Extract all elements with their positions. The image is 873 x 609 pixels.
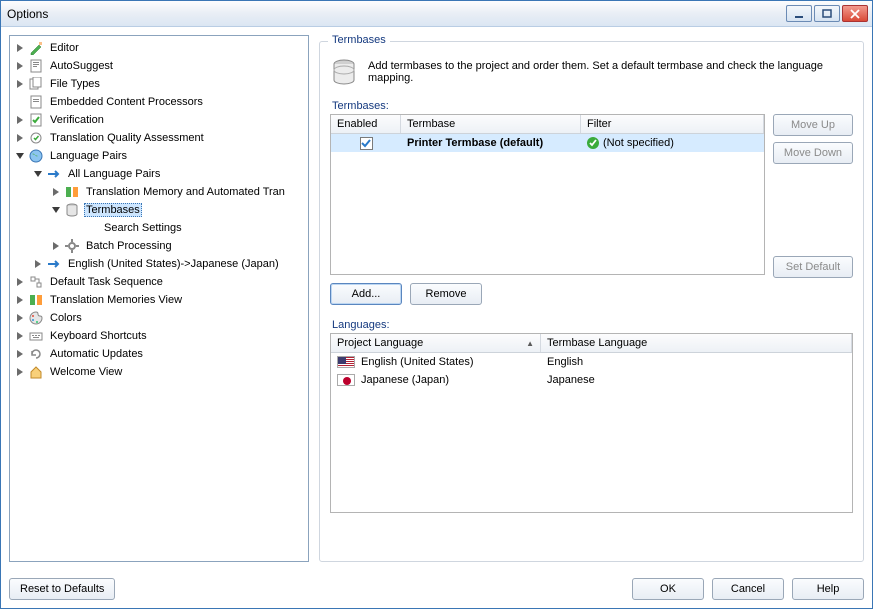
termbase-lang: Japanese [541, 373, 852, 387]
expand-icon[interactable] [14, 294, 26, 306]
tree-tqa[interactable]: Translation Quality Assessment [10, 129, 308, 147]
termbases-table: Enabled Termbase Filter Printer Termbase… [330, 114, 765, 275]
language-row[interactable]: Japanese (Japan) Japanese [331, 371, 852, 389]
check-icon [587, 137, 599, 149]
filter-value: (Not specified) [603, 137, 674, 149]
expand-icon[interactable] [14, 276, 26, 288]
keyboard-icon [28, 328, 44, 344]
options-tree[interactable]: Editor AutoSuggest File Types Embedded C… [9, 35, 309, 562]
tree-autosuggest[interactable]: AutoSuggest [10, 57, 308, 75]
expand-icon[interactable] [14, 132, 26, 144]
expand-icon[interactable] [14, 78, 26, 90]
move-down-button[interactable]: Move Down [773, 142, 853, 164]
panel-description: Add termbases to the project and order t… [368, 60, 853, 84]
expand-icon[interactable] [32, 258, 44, 270]
col-project-language[interactable]: Project Language▲ [331, 334, 541, 352]
minimize-button[interactable] [786, 5, 812, 22]
tree-tm-view[interactable]: Translation Memories View [10, 291, 308, 309]
editor-icon [28, 40, 44, 56]
close-button[interactable] [842, 5, 868, 22]
collapse-icon[interactable] [32, 168, 44, 180]
col-termbase[interactable]: Termbase [401, 115, 581, 133]
globe-icon [28, 148, 44, 164]
expand-icon[interactable] [14, 348, 26, 360]
expand-icon[interactable] [14, 330, 26, 342]
languages-table: Project Language▲ Termbase Language Engl… [330, 333, 853, 513]
termbase-row[interactable]: Printer Termbase (default) (Not specifie… [331, 134, 764, 152]
termbases-panel: Termbases Add termbases to the project a… [319, 41, 864, 562]
remove-button[interactable]: Remove [410, 283, 482, 305]
expand-icon[interactable] [14, 312, 26, 324]
termbase-big-icon [330, 58, 358, 86]
col-filter[interactable]: Filter [581, 115, 764, 133]
tree-editor[interactable]: Editor [10, 39, 308, 57]
tree-keyboard-shortcuts[interactable]: Keyboard Shortcuts [10, 327, 308, 345]
gear-icon [64, 238, 80, 254]
termbase-icon [64, 202, 80, 218]
tree-batch[interactable]: Batch Processing [10, 237, 308, 255]
language-row[interactable]: English (United States) English [331, 353, 852, 371]
col-enabled[interactable]: Enabled [331, 115, 401, 133]
tree-colors[interactable]: Colors [10, 309, 308, 327]
sequence-icon [28, 274, 44, 290]
reset-button[interactable]: Reset to Defaults [9, 578, 115, 600]
tree-default-task-sequence[interactable]: Default Task Sequence [10, 273, 308, 291]
expand-icon[interactable] [50, 240, 62, 252]
tree-embedded[interactable]: Embedded Content Processors [10, 93, 308, 111]
add-button[interactable]: Add... [330, 283, 402, 305]
doc-icon [28, 58, 44, 74]
tm-view-icon [28, 292, 44, 308]
termbase-lang: English [541, 355, 852, 369]
project-lang: English (United States) [361, 356, 474, 368]
ok-button[interactable]: OK [632, 578, 704, 600]
maximize-button[interactable] [814, 5, 840, 22]
tree-verification[interactable]: Verification [10, 111, 308, 129]
termbase-name: Printer Termbase (default) [407, 137, 543, 149]
window-title: Options [7, 7, 786, 21]
tree-search-settings[interactable]: Search Settings [10, 219, 308, 237]
expand-icon[interactable] [14, 114, 26, 126]
palette-icon [28, 310, 44, 326]
options-dialog: Options Editor AutoSuggest File Types Em… [0, 0, 873, 609]
tree-automatic-updates[interactable]: Automatic Updates [10, 345, 308, 363]
tree-language-pairs[interactable]: Language Pairs [10, 147, 308, 165]
titlebar[interactable]: Options [1, 1, 872, 27]
move-up-button[interactable]: Move Up [773, 114, 853, 136]
home-icon [28, 364, 44, 380]
verification-icon [28, 112, 44, 128]
tm-icon [64, 184, 80, 200]
expand-icon[interactable] [14, 42, 26, 54]
termbases-label: Termbases: [332, 100, 853, 112]
expand-icon[interactable] [14, 366, 26, 378]
dialog-footer: Reset to Defaults OK Cancel Help [1, 570, 872, 608]
cancel-button[interactable]: Cancel [712, 578, 784, 600]
tree-welcome-view[interactable]: Welcome View [10, 363, 308, 381]
help-button[interactable]: Help [792, 578, 864, 600]
tree-termbases[interactable]: Termbases [10, 201, 308, 219]
enabled-checkbox[interactable] [360, 137, 373, 150]
refresh-icon [28, 346, 44, 362]
tree-file-types[interactable]: File Types [10, 75, 308, 93]
collapse-icon[interactable] [14, 150, 26, 162]
tree-tm-auto[interactable]: Translation Memory and Automated Tran [10, 183, 308, 201]
panel-title: Termbases [328, 34, 390, 46]
tqa-icon [28, 130, 44, 146]
sort-asc-icon: ▲ [526, 339, 534, 348]
jp-flag-icon [337, 374, 355, 386]
file-types-icon [28, 76, 44, 92]
arrow-icon [46, 256, 62, 272]
tree-en-ja[interactable]: English (United States)->Japanese (Japan… [10, 255, 308, 273]
tree-all-language-pairs[interactable]: All Language Pairs [10, 165, 308, 183]
collapse-icon[interactable] [50, 204, 62, 216]
project-lang: Japanese (Japan) [361, 374, 449, 386]
expand-icon[interactable] [50, 186, 62, 198]
arrow-icon [46, 166, 62, 182]
expand-icon[interactable] [14, 60, 26, 72]
col-termbase-language[interactable]: Termbase Language [541, 334, 852, 352]
languages-label: Languages: [332, 319, 853, 331]
us-flag-icon [337, 356, 355, 368]
set-default-button[interactable]: Set Default [773, 256, 853, 278]
embedded-icon [28, 94, 44, 110]
